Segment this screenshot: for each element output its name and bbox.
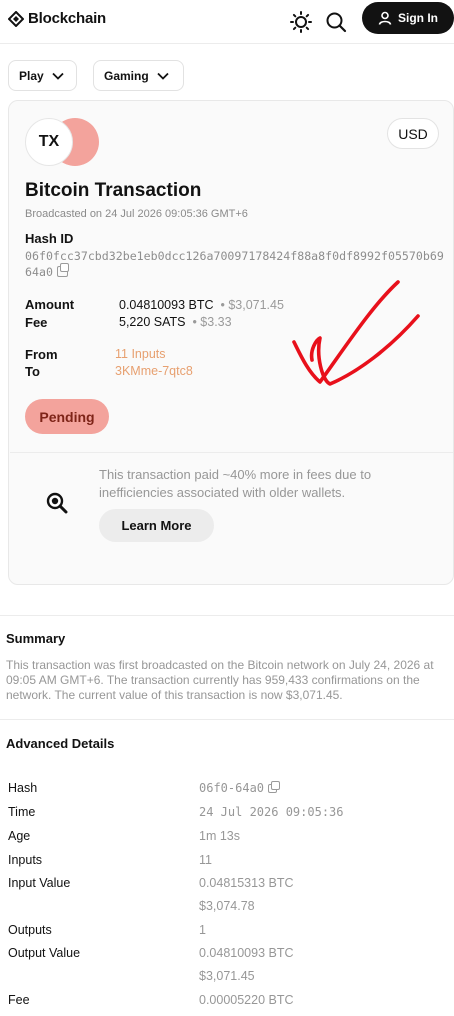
detail-fee-label: Fee [8, 993, 30, 1007]
top-header: Blockchain Sign In [0, 0, 454, 44]
to-address-link[interactable]: 3KMme-7qtc8 [115, 364, 193, 378]
detail-output-value-btc: 0.04810093 BTC [199, 946, 294, 960]
detail-hash-value: 06f0-64a0 [199, 781, 281, 795]
hash-id-label: Hash ID [25, 231, 74, 246]
detail-age-label: Age [8, 829, 31, 843]
detail-age-value: 1m 13s [199, 829, 240, 843]
detail-fee-value: 0.00005220 BTC [199, 993, 294, 1007]
section-divider [0, 615, 454, 616]
amount-label: Amount [25, 297, 75, 312]
from-inputs-link[interactable]: 11 Inputs [115, 347, 166, 361]
checkmark-annotation-icon [292, 280, 420, 386]
copy-icon[interactable] [56, 263, 69, 277]
detail-time-label: Time [8, 805, 36, 819]
transaction-icon-badge: TX [25, 118, 73, 166]
to-label: To [25, 364, 40, 379]
page-title: Bitcoin Transaction [25, 180, 202, 201]
brand-name: Blockchain [28, 10, 107, 27]
magnifier-insight-icon [46, 492, 68, 514]
chevron-down-icon [52, 72, 64, 80]
amount-value: 0.04810093 BTC • $3,071.45 [119, 298, 284, 312]
detail-time-value: 24 Jul 2026 09:05:36 [199, 805, 344, 819]
from-label: From [25, 347, 58, 362]
fee-insight-panel: This transaction paid ~40% more in fees … [10, 452, 453, 555]
status-badge: Pending [25, 399, 109, 434]
detail-input-value-label: Input Value [8, 876, 71, 890]
amount-separator: • [217, 298, 229, 312]
theme-toggle-button[interactable] [287, 8, 315, 36]
fee-label: Fee [25, 315, 48, 330]
detail-output-value-usd: $3,071.45 [199, 969, 255, 983]
detail-outputs-value: 1 [199, 923, 206, 937]
fee-usd: $3.33 [200, 315, 232, 329]
user-icon [378, 11, 392, 25]
brand-logo[interactable]: Blockchain [8, 10, 106, 27]
fee-value: 5,220 SATS • $3.33 [119, 315, 232, 329]
blockchain-logo-icon [8, 10, 24, 27]
amount-btc: 0.04810093 BTC [119, 298, 214, 312]
detail-inputs-value[interactable]: 11 [199, 853, 212, 867]
chevron-down-icon [157, 72, 169, 80]
gaming-dropdown[interactable]: Gaming [93, 60, 184, 91]
fee-separator: • [188, 315, 201, 329]
detail-hash-text[interactable]: 06f0-64a0 [199, 781, 264, 795]
learn-more-button[interactable]: Learn More [99, 509, 214, 542]
amount-usd: $3,071.45 [228, 298, 284, 312]
search-button[interactable] [322, 8, 350, 36]
play-dropdown-label: Play [19, 68, 44, 83]
fee-insight-text: This transaction paid ~40% more in fees … [99, 467, 372, 500]
search-icon [326, 12, 347, 33]
sign-in-label: Sign In [398, 11, 438, 25]
transaction-icon: TX [25, 117, 103, 167]
detail-outputs-label: Outputs [8, 923, 52, 937]
detail-output-value-label: Output Value [8, 946, 81, 960]
summary-text: This transaction was first broadcasted o… [6, 658, 434, 702]
currency-toggle-button[interactable]: USD [387, 118, 439, 149]
detail-inputs-label: Inputs [8, 853, 43, 867]
detail-input-value-btc: 0.04815313 BTC [199, 876, 294, 890]
gaming-dropdown-label: Gaming [104, 68, 149, 83]
advanced-details-title: Advanced Details [6, 736, 115, 751]
fee-sats: 5,220 SATS [119, 315, 186, 329]
detail-hash-label: Hash [8, 781, 38, 795]
play-dropdown[interactable]: Play [8, 60, 77, 91]
sign-in-button[interactable]: Sign In [362, 2, 454, 34]
section-divider [0, 719, 454, 720]
hash-id-text[interactable]: 06f0fcc37cbd32be1eb0dcc126a70097178424f8… [25, 249, 444, 279]
broadcast-timestamp: Broadcasted on 24 Jul 2026 09:05:36 GMT+… [25, 208, 248, 220]
sun-icon [290, 11, 312, 33]
summary-title: Summary [6, 631, 66, 646]
detail-input-value-usd: $3,074.78 [199, 899, 255, 913]
copy-icon[interactable] [268, 781, 281, 793]
